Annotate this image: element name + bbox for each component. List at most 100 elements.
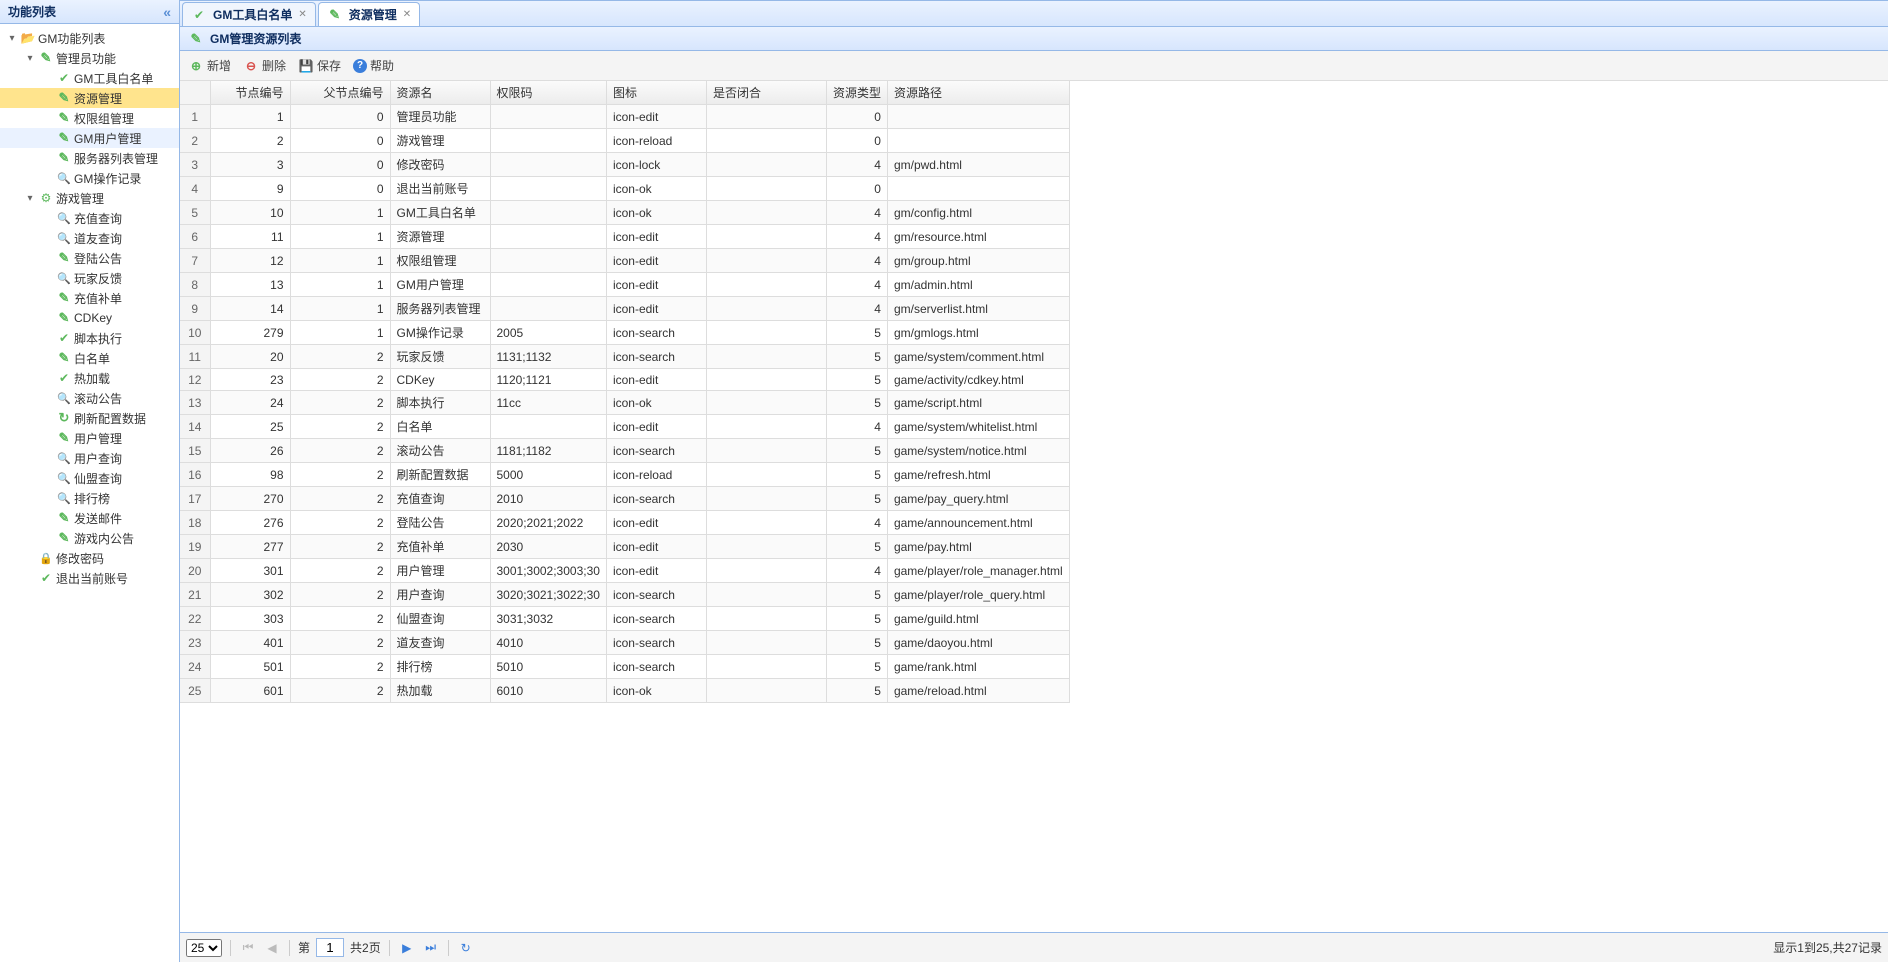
table-row[interactable]: 6111资源管理icon-edit4gm/resource.html [180,225,1069,249]
tree-node[interactable]: 退出当前账号 [0,568,179,588]
tree-node[interactable]: 用户查询 [0,448,179,468]
table-row[interactable]: 182762登陆公告2020;2021;2022icon-edit4game/a… [180,511,1069,535]
column-header[interactable]: 权限码 [490,81,606,105]
table-cell: 23 [180,631,210,655]
tree-node[interactable]: ▾游戏管理 [0,188,179,208]
table-row[interactable]: 9141服务器列表管理icon-edit4gm/serverlist.html [180,297,1069,321]
tree-node[interactable]: CDKey [0,308,179,328]
tree-node[interactable]: 滚动公告 [0,388,179,408]
tree-node[interactable]: 脚本执行 [0,328,179,348]
tree-node[interactable]: 刷新配置数据 [0,408,179,428]
add-button[interactable]: ⊕ 新增 [188,57,231,74]
table-row[interactable]: 172702充值查询2010icon-search5game/pay_query… [180,487,1069,511]
table-row[interactable]: 15262滚动公告1181;1182icon-search5game/syste… [180,439,1069,463]
tree-node[interactable]: 玩家反馈 [0,268,179,288]
table-row[interactable]: 213022用户查询3020;3021;3022;30icon-search5g… [180,583,1069,607]
table-cell: 2 [290,463,390,487]
column-header[interactable]: 资源名 [390,81,490,105]
tree-node[interactable]: 登陆公告 [0,248,179,268]
table-cell: game/guild.html [887,607,1069,631]
tree-label: 发送邮件 [74,510,122,527]
grid-wrap[interactable]: 节点编号父节点编号资源名权限码图标是否闭合资源类型资源路径110管理员功能ico… [180,81,1888,932]
tree-node[interactable]: 充值补单 [0,288,179,308]
tree-node[interactable]: ▾管理员功能 [0,48,179,68]
table-row[interactable]: 330修改密码icon-lock4gm/pwd.html [180,153,1069,177]
table-cell [887,177,1069,201]
table-row[interactable]: 223032仙盟查询3031;3032icon-search5game/guil… [180,607,1069,631]
tree-node[interactable]: GM操作记录 [0,168,179,188]
table-row[interactable]: 256012热加载6010icon-ok5game/reload.html [180,679,1069,703]
tab[interactable]: GM工具白名单✕ [182,2,316,26]
column-header[interactable]: 是否闭合 [706,81,826,105]
last-page-button[interactable]: ⏭ [422,939,440,957]
tree-toggle-icon: ▾ [22,53,38,64]
table-row[interactable]: 11202玩家反馈1131;1132icon-search5game/syste… [180,345,1069,369]
tree-node[interactable]: 资源管理 [0,88,179,108]
table-cell: 2 [290,559,390,583]
edit-icon [56,110,72,126]
tree-node[interactable]: 白名单 [0,348,179,368]
table-cell: 道友查询 [390,631,490,655]
table-cell: gm/group.html [887,249,1069,273]
next-page-button[interactable]: ▶ [398,939,416,957]
table-cell [706,225,826,249]
tree-node[interactable]: 排行榜 [0,488,179,508]
tree-node[interactable]: 修改密码 [0,548,179,568]
table-row[interactable]: 110管理员功能icon-edit0 [180,105,1069,129]
close-icon[interactable]: ✕ [403,9,411,20]
table-row[interactable]: 192772充值补单2030icon-edit5game/pay.html [180,535,1069,559]
table-cell: CDKey [390,369,490,391]
close-icon[interactable]: ✕ [298,9,306,20]
tree-node[interactable]: 充值查询 [0,208,179,228]
table-cell: 14 [210,297,290,321]
table-row[interactable]: 490退出当前账号icon-ok0 [180,177,1069,201]
tree-node[interactable]: GM用户管理 [0,128,179,148]
table-row[interactable]: 12232CDKey1120;1121icon-edit5game/activi… [180,369,1069,391]
refresh-button[interactable]: ↻ [457,939,475,957]
table-row[interactable]: 245012排行榜5010icon-search5game/rank.html [180,655,1069,679]
table-row[interactable]: 203012用户管理3001;3002;3003;30icon-edit4gam… [180,559,1069,583]
table-cell: 26 [210,439,290,463]
tree-node[interactable]: 游戏内公告 [0,528,179,548]
tree-node[interactable]: 热加载 [0,368,179,388]
table-row[interactable]: 5101GM工具白名单icon-ok4gm/config.html [180,201,1069,225]
prev-page-button[interactable]: ◀ [263,939,281,957]
delete-button[interactable]: ⊖ 删除 [243,57,286,74]
tree-node[interactable]: 发送邮件 [0,508,179,528]
tab[interactable]: 资源管理✕ [318,2,420,26]
first-page-button[interactable]: ⏮ [239,939,257,957]
column-header[interactable]: 父节点编号 [290,81,390,105]
tree-node[interactable]: 用户管理 [0,428,179,448]
tree-label: 用户管理 [74,430,122,447]
column-header[interactable] [180,81,210,105]
edit-icon [38,50,54,66]
table-row[interactable]: 220游戏管理icon-reload0 [180,129,1069,153]
table-row[interactable]: 16982刷新配置数据5000icon-reload5game/refresh.… [180,463,1069,487]
column-header[interactable]: 图标 [606,81,706,105]
column-header[interactable]: 资源类型 [826,81,887,105]
save-button[interactable]: 💾 保存 [298,57,341,74]
tree-node[interactable]: 仙盟查询 [0,468,179,488]
table-row[interactable]: 14252白名单icon-edit4game/system/whitelist.… [180,415,1069,439]
help-button[interactable]: ? 帮助 [353,57,394,74]
table-row[interactable]: 13242脚本执行11ccicon-ok5game/script.html [180,391,1069,415]
table-row[interactable]: 102791GM操作记录2005icon-search5gm/gmlogs.ht… [180,321,1069,345]
tree-label: 权限组管理 [74,110,134,127]
table-cell: 1 [290,321,390,345]
tree-node[interactable]: 服务器列表管理 [0,148,179,168]
page-input[interactable] [316,938,344,957]
column-header[interactable]: 资源路径 [887,81,1069,105]
page-size-select[interactable]: 25 [186,939,222,957]
tree-node[interactable]: 权限组管理 [0,108,179,128]
tree-node[interactable]: 道友查询 [0,228,179,248]
tree-label: 用户查询 [74,450,122,467]
table-cell [706,273,826,297]
edit-icon [56,530,72,546]
tree-node[interactable]: ▾GM功能列表 [0,28,179,48]
table-row[interactable]: 234012道友查询4010icon-search5game/daoyou.ht… [180,631,1069,655]
column-header[interactable]: 节点编号 [210,81,290,105]
tree-node[interactable]: GM工具白名单 [0,68,179,88]
table-row[interactable]: 8131GM用户管理icon-edit4gm/admin.html [180,273,1069,297]
table-row[interactable]: 7121权限组管理icon-edit4gm/group.html [180,249,1069,273]
collapse-icon[interactable]: « [163,4,171,20]
